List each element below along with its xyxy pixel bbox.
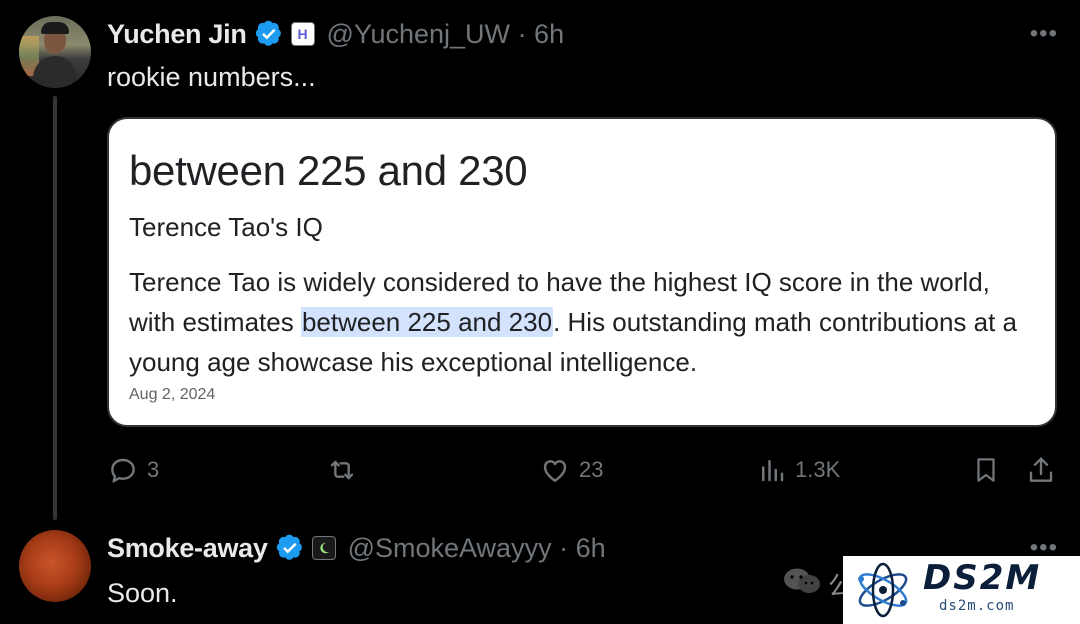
card-subtitle: Terence Tao's IQ [129,212,323,242]
like-count: 23 [579,457,604,482]
reply-button[interactable]: 3 [107,450,159,490]
thread-connector-line [53,96,57,520]
reply-header: Smoke-away @SmokeAwayyy · 6h [107,530,606,566]
bookmark-icon [977,458,995,482]
card-title: between 225 and 230 [129,147,528,194]
repost-icon [330,460,354,480]
author-display-name[interactable]: Yuchen Jin [107,19,247,50]
affiliation-badge-icon[interactable] [311,536,336,560]
embedded-image-card[interactable]: between 225 and 230 Terence Tao's IQ Ter… [107,117,1057,427]
repost-button[interactable] [325,450,367,490]
affiliation-badge-icon[interactable]: H [290,22,315,46]
atom-logo-icon [858,562,908,618]
reply-author-handle[interactable]: @SmokeAwayyy · 6h [348,533,606,564]
card-body-highlight: between 225 and 230 [300,307,554,337]
author-handle[interactable]: @Yuchenj_UW · 6h [327,19,565,50]
bookmark-button[interactable] [971,450,1001,490]
views-count: 1.3K [795,457,841,482]
reply-time[interactable]: · 6h [559,533,606,563]
avatar-body [33,56,77,88]
handle-text: @SmokeAwayyy [347,532,552,563]
heart-icon [543,460,567,482]
views-icon [762,460,784,482]
share-icon [1029,457,1053,482]
watermark-brand: DS2M [923,558,1042,598]
card-body: Terence Tao is widely considered to have… [129,262,1029,382]
avatar-cap [41,22,69,34]
verified-badge-icon [276,534,302,560]
card-date: Aug 2, 2024 [129,386,216,403]
handle-text: @Yuchenj_UW [326,18,511,49]
tweet-time[interactable]: · 6h [518,19,565,49]
reply-count: 3 [147,457,160,482]
avatar-yuchen[interactable] [19,16,91,88]
moon-icon [319,542,329,554]
watermark-domain: ds2m.com [939,598,1015,614]
reply-icon [111,458,135,483]
views-button[interactable]: 1.3K [757,450,840,490]
share-button[interactable] [1025,450,1057,490]
ds2m-watermark: DS2M ds2m.com [843,556,1080,624]
reply-text: Soon. [107,578,178,608]
more-options-icon[interactable]: ••• [1030,22,1058,46]
tweet-header: Yuchen Jin H @Yuchenj_UW · 6h [107,16,564,52]
verified-badge-icon [255,20,281,46]
reply-author-display-name[interactable]: Smoke-away [107,533,268,564]
avatar-smoke-away[interactable] [19,530,91,602]
like-button[interactable]: 23 [539,450,603,490]
tweet-action-bar: 3 23 1.3K [107,450,1057,490]
wechat-icon [784,568,820,593]
tweet-text: rookie numbers... [107,62,316,92]
